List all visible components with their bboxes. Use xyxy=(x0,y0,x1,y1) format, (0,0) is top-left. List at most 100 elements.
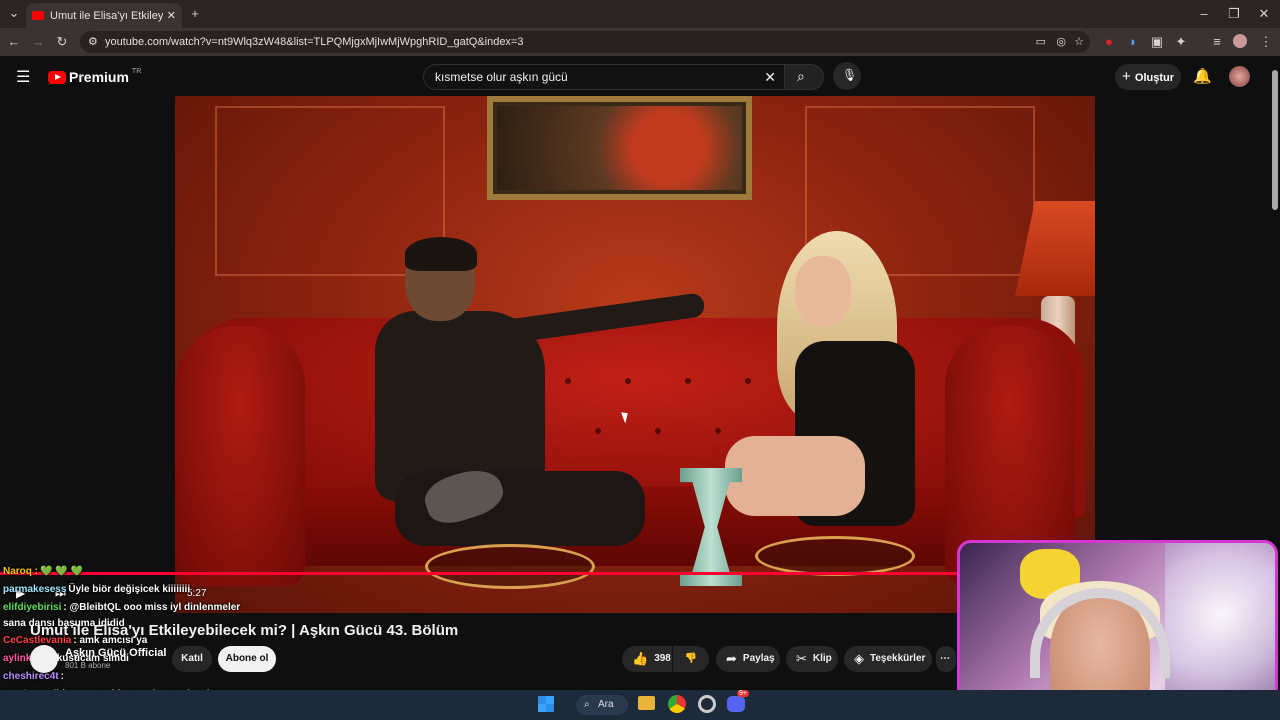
chrome-icon[interactable] xyxy=(668,695,686,713)
chat-username: cheshirec4t xyxy=(3,671,59,682)
address-bar[interactable]: ⚙ youtube.com/watch?v=nt9Wlq3zW48&list=T… xyxy=(80,31,1090,53)
subscriber-count: 801 B abone xyxy=(65,661,111,670)
thumbs-up-icon: 👍 xyxy=(632,651,649,666)
woman-figure xyxy=(725,231,955,531)
dislike-button[interactable]: 👎 xyxy=(673,646,709,672)
extension-red-icon[interactable]: ● xyxy=(1101,35,1117,49)
clip-button[interactable]: ✂ Klip xyxy=(786,646,838,672)
chat-text: : @BleibtQL ooo miss iyl dinlenmeler xyxy=(63,602,241,613)
taskbar-search-label: Ara xyxy=(598,699,614,710)
share-label: Paylaş xyxy=(742,653,775,664)
browser-toolbar: ← → ↻ ⚙ youtube.com/watch?v=nt9Wlq3zW48&… xyxy=(0,28,1280,56)
more-actions-button[interactable]: ⋯ xyxy=(936,646,956,672)
windows-taskbar: ⌕ Ara 9+ xyxy=(0,690,1280,720)
notifications-bell-icon[interactable]: 🔔 xyxy=(1193,67,1212,85)
tab-title: Umut ile Elisa'yı Etkileyebilecek xyxy=(50,9,163,22)
create-label: Oluştur xyxy=(1134,72,1175,84)
new-tab-icon[interactable]: + xyxy=(187,7,203,21)
youtube-header: ☰ Premium TR kısmetse olur aşkın gücü ✕ … xyxy=(0,56,1280,96)
subscribe-button[interactable]: Abone ol xyxy=(218,646,276,672)
browser-tab[interactable]: Umut ile Elisa'yı Etkileyebilecek ✕ xyxy=(26,3,182,28)
chat-username: elifdiyebirisi xyxy=(3,602,62,613)
like-count: 398 xyxy=(654,653,671,664)
chat-username: parmakesess xyxy=(3,584,67,595)
profile-avatar-icon[interactable] xyxy=(1233,34,1247,48)
search-value: kısmetse olur aşkın gücü xyxy=(435,70,568,84)
minimize-icon[interactable]: – xyxy=(1196,7,1212,21)
search-input[interactable]: kısmetse olur aşkın gücü ✕ xyxy=(423,64,785,90)
chat-text: : xyxy=(60,671,64,682)
like-button[interactable]: 👍 398 xyxy=(622,646,672,672)
restore-icon[interactable]: ❐ xyxy=(1226,7,1242,21)
thanks-label: Teşekkürler xyxy=(870,653,926,664)
glass-table xyxy=(755,536,915,576)
tab-search-icon[interactable]: ⌄ xyxy=(6,6,22,20)
voice-search-button[interactable]: 🎙 xyxy=(833,62,861,90)
eye-off-icon[interactable]: ◎ xyxy=(1056,31,1066,53)
site-info-icon[interactable]: ⚙ xyxy=(88,31,98,53)
thumbs-down-icon: 👎 xyxy=(684,653,698,664)
extension-audio-icon[interactable]: ◗ xyxy=(1125,35,1141,49)
tab-close-icon[interactable]: ✕ xyxy=(167,9,176,22)
chat-message: Naroq : 💚 💚 💚 xyxy=(3,566,83,577)
progress-fill xyxy=(0,572,958,575)
browser-menu-icon[interactable]: ⋮ xyxy=(1258,35,1274,49)
create-button[interactable]: + Oluştur xyxy=(1115,64,1181,90)
chat-username: Naroq : xyxy=(3,566,38,577)
file-explorer-icon[interactable] xyxy=(638,696,655,710)
channel-name[interactable]: Aşkın Gücü Official xyxy=(65,647,166,659)
hamburger-menu-icon[interactable]: ☰ xyxy=(16,67,30,87)
clip-label: Klip xyxy=(812,653,832,664)
extensions-puzzle-icon[interactable]: ✦ xyxy=(1173,35,1189,49)
youtube-logo[interactable]: Premium TR xyxy=(48,67,142,85)
thanks-button[interactable]: ◈ Teşekkürler xyxy=(844,646,932,672)
chat-text: 💚 💚 💚 xyxy=(40,566,83,577)
video-player[interactable] xyxy=(175,96,1095,613)
wall-painting xyxy=(487,96,752,200)
join-label: Katıl xyxy=(181,653,203,664)
search-button[interactable]: ⌕ xyxy=(784,64,824,90)
search-icon: ⌕ xyxy=(797,68,805,84)
logo-region: TR xyxy=(131,67,142,75)
youtube-favicon-icon xyxy=(32,11,44,20)
chat-text: Üyle biör değişicek kiiiiiiii xyxy=(68,584,191,595)
sofa-arm-left xyxy=(175,326,305,586)
share-arrow-icon: ➦ xyxy=(726,651,737,666)
chat-message: elifdiyebirisi: @BleibtQL ooo miss iyl d… xyxy=(3,602,240,613)
reading-list-icon[interactable]: ≡ xyxy=(1209,35,1225,49)
share-button[interactable]: ➦ Paylaş xyxy=(716,646,780,672)
account-avatar[interactable] xyxy=(1229,66,1250,87)
reload-icon[interactable]: ↻ xyxy=(54,35,70,49)
plus-icon: + xyxy=(1121,68,1135,85)
join-button[interactable]: Katıl xyxy=(172,646,212,672)
back-icon[interactable]: ← xyxy=(6,35,22,49)
glass-table xyxy=(425,544,595,589)
thanks-dollar-icon: ◈ xyxy=(854,651,864,666)
browser-tab-bar: ⌄ Umut ile Elisa'yı Etkileyebilecek ✕ + … xyxy=(0,0,1280,28)
youtube-play-logo-icon xyxy=(48,70,66,84)
progress-bar[interactable] xyxy=(0,572,958,575)
windows-start-icon[interactable] xyxy=(538,696,554,712)
taskbar-search[interactable]: ⌕ Ara xyxy=(576,695,628,715)
discord-icon[interactable] xyxy=(727,696,745,712)
bookmark-star-icon[interactable]: ☆ xyxy=(1074,31,1084,53)
discord-badge: 9+ xyxy=(737,690,749,697)
extension-twitch-icon[interactable]: ▣ xyxy=(1149,35,1165,49)
page-scrollbar[interactable] xyxy=(1272,70,1278,210)
cast-icon[interactable]: ▭ xyxy=(1036,31,1046,53)
channel-avatar[interactable] xyxy=(30,645,58,673)
chat-message: parmakesess Üyle biör değişicek kiiiiiiii xyxy=(3,584,190,595)
clear-search-icon[interactable]: ✕ xyxy=(764,65,776,89)
logo-text: Premium xyxy=(69,69,129,85)
search-icon: ⌕ xyxy=(584,699,590,710)
forward-icon[interactable]: → xyxy=(30,35,46,49)
chat-message: cheshirec4t: xyxy=(3,671,64,682)
video-title: Umut ile Elisa'yı Etkileyebilecek mi? | … xyxy=(30,622,459,639)
man-figure xyxy=(375,237,706,546)
window-close-icon[interactable]: ✕ xyxy=(1256,7,1272,21)
url-text: youtube.com/watch?v=nt9Wlq3zW48&list=TLP… xyxy=(105,36,524,48)
microphone-icon: 🎙 xyxy=(842,68,858,82)
obs-icon[interactable] xyxy=(698,695,716,713)
more-icon: ⋯ xyxy=(940,653,950,664)
scissors-icon: ✂ xyxy=(796,651,807,666)
